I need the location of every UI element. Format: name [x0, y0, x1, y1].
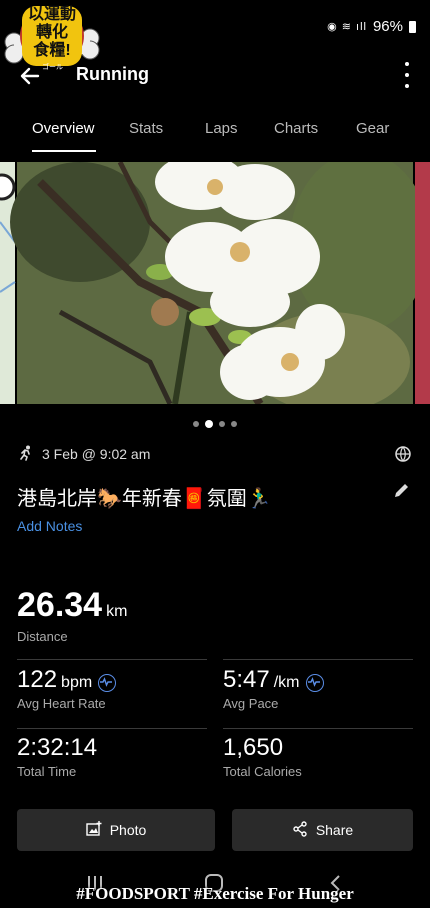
total-time-value: 2:32:14 [17, 734, 98, 761]
activity-meta: 3 Feb @ 9:02 am [18, 444, 150, 464]
carousel-dot[interactable] [231, 421, 237, 427]
edit-pencil-icon[interactable] [392, 480, 412, 500]
calories-value: 1,650 [223, 734, 284, 761]
more-options-icon[interactable] [402, 62, 412, 88]
calories-stat: 1,650 Total Calories [223, 734, 302, 779]
photo-button-label: Photo [109, 822, 147, 838]
tab-overview[interactable]: Overview [32, 120, 95, 137]
running-icon [18, 445, 34, 464]
back-arrow-icon[interactable] [16, 62, 44, 90]
heart-rate-value: 122 [17, 666, 58, 693]
distance-label: Distance [17, 629, 68, 644]
pace-unit: /km [273, 674, 300, 691]
hashtag-caption: #FOODSPORT #Exercise For Hunger [76, 884, 354, 903]
tab-gear[interactable]: Gear [356, 120, 389, 137]
add-photo-icon [86, 820, 102, 840]
activity-name: 港島北岸🐎年新春🧧氛圍🏃‍♂️ [17, 488, 272, 510]
divider [223, 659, 413, 660]
page-title: Running [76, 64, 149, 84]
status-icons: ◉ ≋ ıll 96% [327, 18, 416, 35]
activity-datetime: 3 Feb @ 9:02 am [42, 446, 151, 462]
total-time-label: Total Time [17, 764, 77, 779]
share-icon [292, 820, 308, 840]
distance-stat: 26.34 km Distance [17, 586, 127, 644]
divider [223, 728, 413, 729]
tab-charts[interactable]: Charts [274, 120, 318, 137]
carousel-dot[interactable] [193, 421, 199, 427]
app-bar: Running [0, 52, 430, 98]
globe-icon[interactable] [394, 445, 412, 463]
battery-percent: 96% [372, 18, 403, 35]
carousel-dot[interactable] [219, 421, 225, 427]
heart-rate-zone-icon[interactable] [98, 673, 117, 692]
pace-stat: 5:47/km Avg Pace [223, 666, 324, 711]
share-button[interactable]: Share [232, 809, 413, 851]
photo-carousel[interactable] [0, 152, 430, 412]
heart-rate-unit: bpm [61, 674, 93, 691]
heart-rate-stat: 122 bpm Avg Heart Rate [17, 666, 117, 711]
tab-stats[interactable]: Stats [129, 120, 163, 137]
carousel-dot-active[interactable] [205, 420, 213, 428]
signal-icons: ◉ ≋ ıll [327, 21, 367, 33]
tab-bar: Overview Stats Laps Charts Gear [0, 106, 430, 156]
pace-label: Avg Pace [223, 696, 279, 711]
add-photo-button[interactable]: Photo [17, 809, 215, 851]
logo-line2: 轉化 [35, 24, 68, 41]
carousel-dots [0, 418, 430, 430]
add-notes-link[interactable]: Add Notes [17, 518, 82, 534]
pace-value: 5:47 [223, 666, 270, 693]
total-time-stat: 2:32:14 Total Time [17, 734, 97, 779]
logo-line1: 以運動 [27, 6, 76, 23]
battery-icon [409, 20, 416, 33]
divider [17, 659, 207, 660]
distance-unit: km [106, 603, 128, 620]
heart-rate-label: Avg Heart Rate [17, 696, 106, 711]
distance-value: 26.34 [17, 586, 103, 624]
calories-label: Total Calories [223, 764, 302, 779]
tab-laps[interactable]: Laps [205, 120, 238, 137]
pace-zone-icon[interactable] [305, 673, 324, 692]
tab-indicator [32, 150, 96, 152]
share-button-label: Share [315, 822, 354, 838]
divider [17, 728, 207, 729]
